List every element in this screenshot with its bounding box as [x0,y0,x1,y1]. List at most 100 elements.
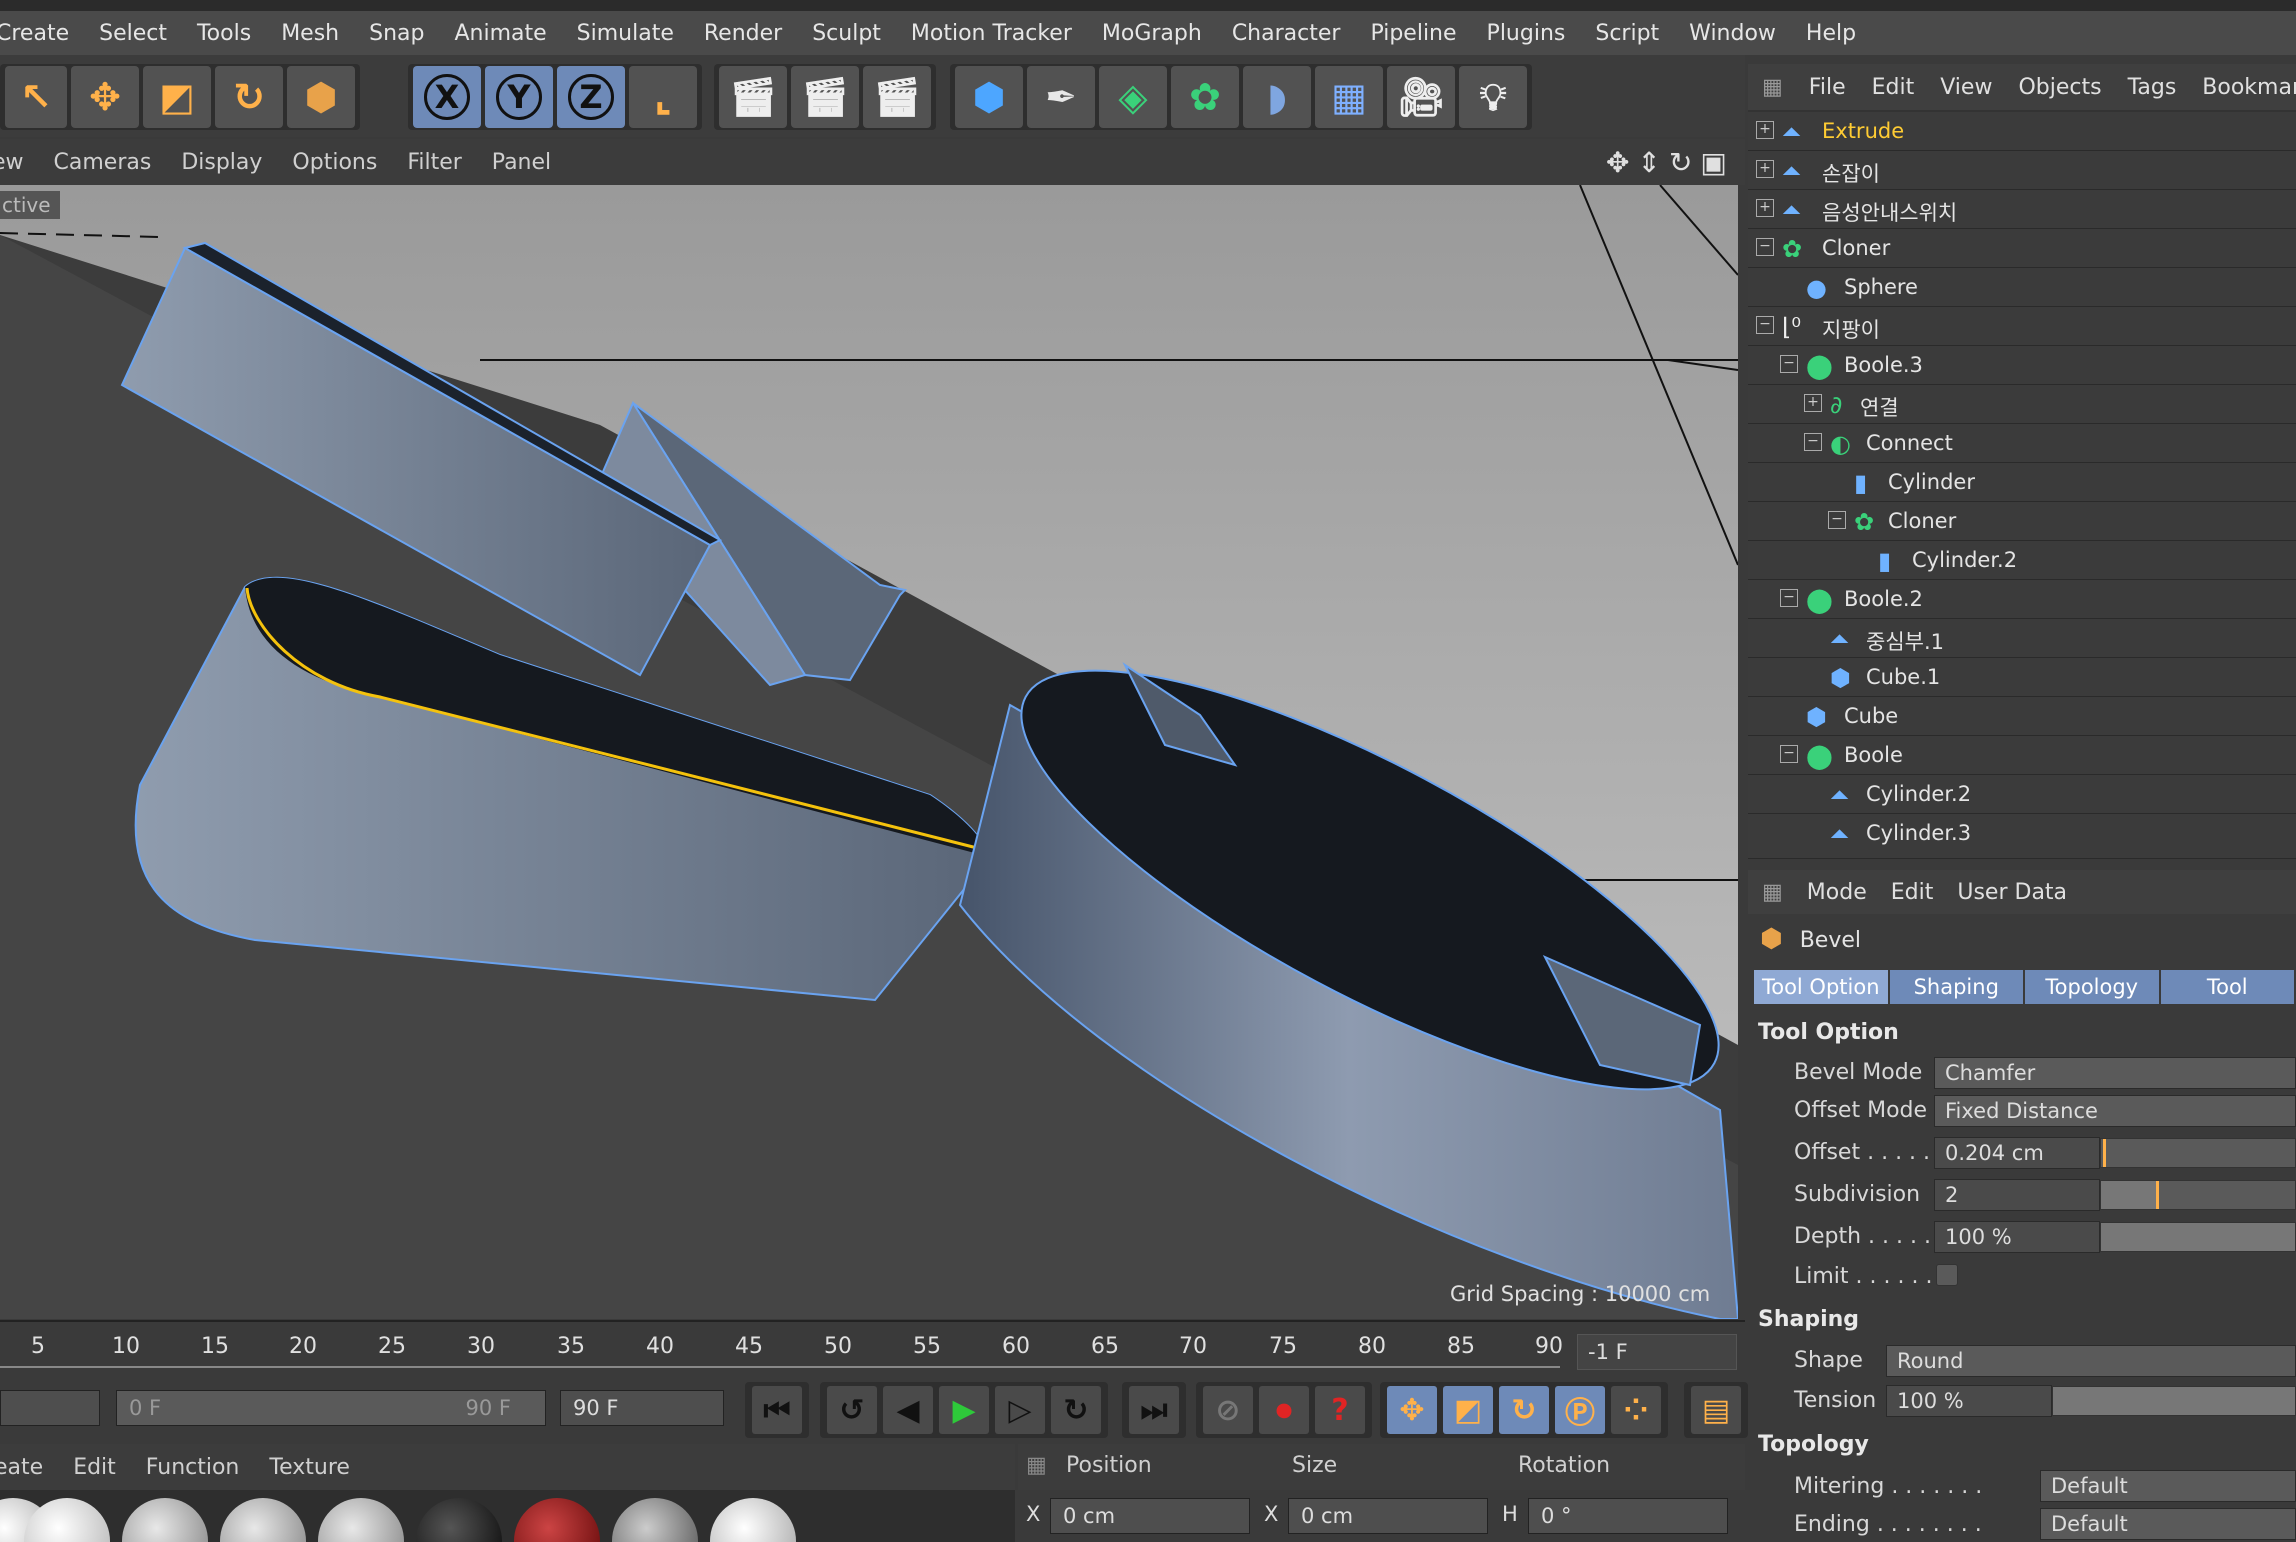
position-x-field[interactable]: 0 cm [1050,1498,1250,1534]
om-menu-bookmarks[interactable]: Bookmar [2202,75,2296,100]
offset-field[interactable]: 0.204 cm [1934,1137,2100,1169]
menu-mograph[interactable]: MoGraph [1102,21,1202,46]
depth-slider[interactable] [2100,1222,2296,1252]
expand-icon[interactable]: + [1756,121,1774,139]
prev-frame-button[interactable]: ◀ [883,1386,933,1434]
menu-script[interactable]: Script [1595,21,1659,46]
collapse-icon[interactable]: − [1804,433,1822,451]
menu-motion-tracker[interactable]: Motion Tracker [911,21,1072,46]
keyframe-selection-button[interactable]: ? [1315,1386,1365,1434]
menu-tools[interactable]: Tools [197,21,251,46]
menu-character[interactable]: Character [1232,21,1341,46]
range-slider[interactable]: 0 F 90 F [116,1390,546,1426]
deformer-button[interactable]: ◗ [1243,66,1311,128]
z-axis-button[interactable]: Z [557,66,625,128]
autokey-button[interactable]: ⏺ [1259,1386,1309,1434]
coordinate-system-button[interactable]: ⌞ [629,66,697,128]
material-menu-create[interactable]: eate [0,1455,43,1480]
prev-key-button[interactable]: ↺ [827,1386,877,1434]
menu-animate[interactable]: Animate [454,21,546,46]
cube-object-button[interactable]: ⬢ [955,66,1023,128]
object-row[interactable]: + ⏶ 손잡이 [1748,151,2296,190]
material-swatch[interactable] [122,1498,208,1542]
recent-tool-button[interactable]: ⬢ [287,66,355,128]
min-frame-field[interactable] [0,1390,100,1426]
material-menu-texture[interactable]: Texture [269,1455,350,1480]
subdivision-surface-button[interactable]: ◈ [1099,66,1167,128]
tension-field[interactable]: 100 % [1886,1385,2052,1417]
collapse-icon[interactable]: − [1828,511,1846,529]
key-parameter-button[interactable]: Ⓟ [1555,1386,1605,1434]
am-menu-user-data[interactable]: User Data [1957,880,2067,905]
collapse-icon[interactable]: − [1756,238,1774,256]
camera-button[interactable]: 🎥︎ [1387,66,1455,128]
object-row[interactable]: − ⬤ Boole.2 ✓ [1748,580,2296,619]
menu-pipeline[interactable]: Pipeline [1370,21,1456,46]
y-axis-button[interactable]: Y [485,66,553,128]
material-swatch[interactable] [710,1498,796,1542]
limit-checkbox[interactable] [1936,1264,1958,1286]
goto-end-button[interactable]: ⏭ [1129,1386,1179,1434]
viewport-menu-view[interactable]: ew [0,150,24,175]
menu-window[interactable]: Window [1689,21,1776,46]
om-menu-edit[interactable]: Edit [1872,75,1915,100]
menu-simulate[interactable]: Simulate [577,21,674,46]
object-row[interactable]: − ⌊⁰ 지팡이 [1748,307,2296,346]
object-row[interactable]: ⬢ Cube ✓ [1748,697,2296,736]
object-row[interactable]: − ◐ Connect ✓ [1748,424,2296,463]
expand-icon[interactable]: + [1804,394,1822,412]
subdivision-slider[interactable] [2100,1180,2296,1210]
collapse-icon[interactable]: − [1780,589,1798,607]
next-key-button[interactable]: ↻ [1051,1386,1101,1434]
move-button[interactable]: ✥ [71,66,139,128]
material-menu-edit[interactable]: Edit [73,1455,116,1480]
object-row[interactable]: ▮ Cylinder ✓ [1748,463,2296,502]
slider-handle[interactable] [2103,1139,2106,1167]
object-row[interactable]: ⏶ Cylinder.2 [1748,775,2296,814]
object-row[interactable]: ⏶ Cylinder.3 • [1748,814,2296,859]
pan-icon[interactable]: ✥ [1606,146,1629,180]
next-frame-button[interactable]: ▷ [995,1386,1045,1434]
render-view-button[interactable]: 🎬︎ [719,66,787,128]
live-selection-button[interactable]: ↖ [5,66,67,128]
object-row[interactable]: ▮ Cylinder.2 ✓ [1748,541,2296,580]
shape-dropdown[interactable]: Round [1886,1345,2296,1377]
x-axis-button[interactable]: X [413,66,481,128]
dolly-icon[interactable]: ⇕ [1637,146,1660,180]
menu-select[interactable]: Select [99,21,167,46]
key-pla-button[interactable]: ⁘ [1611,1386,1661,1434]
menu-plugins[interactable]: Plugins [1487,21,1566,46]
menu-render[interactable]: Render [704,21,782,46]
om-menu-tags[interactable]: Tags [2128,75,2177,100]
tab-tool[interactable]: Tool [2160,970,2294,1004]
menu-snap[interactable]: Snap [369,21,424,46]
object-row[interactable]: + ∂ 연결 ✓ [1748,385,2296,424]
object-row[interactable]: + ⏶ Extrude [1748,112,2296,151]
render-settings-button[interactable]: 🎬︎ [863,66,931,128]
object-row[interactable]: ⬢ Cube.1 ✓ [1748,658,2296,697]
menu-sculpt[interactable]: Sculpt [812,21,881,46]
material-swatch[interactable] [612,1498,698,1542]
tab-tool-option[interactable]: Tool Option [1754,970,1888,1004]
menu-help[interactable]: Help [1806,21,1856,46]
object-row[interactable]: − ✿ Cloner ✓ [1748,502,2296,541]
slider-handle[interactable] [2156,1181,2159,1209]
material-swatch[interactable] [514,1498,600,1542]
tab-topology[interactable]: Topology [2025,970,2159,1004]
am-menu-mode[interactable]: Mode [1807,880,1867,905]
current-frame-field[interactable]: -1 F [1577,1334,1737,1370]
timeline-window-button[interactable]: ▤ [1691,1386,1741,1434]
menu-mesh[interactable]: Mesh [281,21,339,46]
viewport-menu-cameras[interactable]: Cameras [54,150,152,175]
offset-mode-dropdown[interactable]: Fixed Distance [1934,1095,2296,1127]
expand-icon[interactable]: + [1756,199,1774,217]
mitering-dropdown[interactable]: Default [2040,1470,2296,1502]
object-row[interactable]: − ⬤ Boole ✓ [1748,736,2296,775]
cloner-button[interactable]: ✿ [1171,66,1239,128]
max-frame-field[interactable]: 90 F [560,1390,724,1426]
viewport-menu-display[interactable]: Display [181,150,262,175]
key-position-button[interactable]: ✥ [1387,1386,1437,1434]
orbit-icon[interactable]: ↻ [1669,146,1692,180]
material-swatch[interactable] [220,1498,306,1542]
menu-create[interactable]: Create [0,21,69,46]
